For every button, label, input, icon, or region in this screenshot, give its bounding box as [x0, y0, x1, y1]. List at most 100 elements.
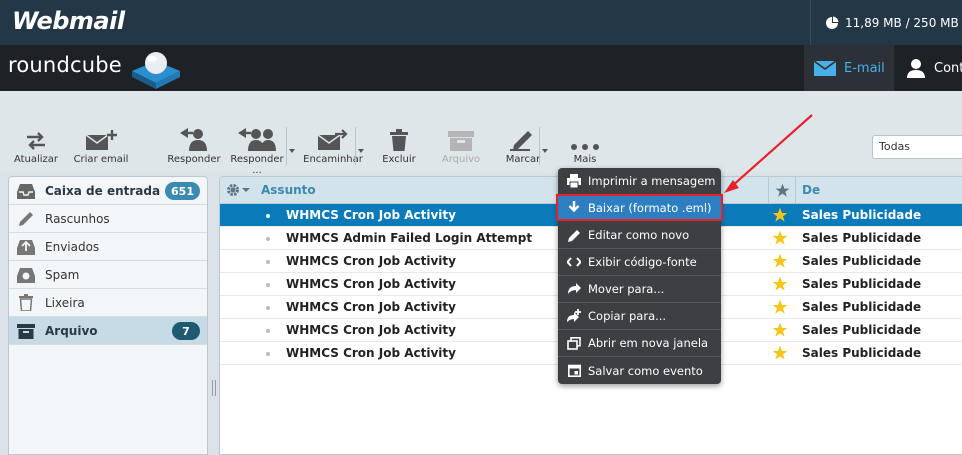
pie-chart-icon	[826, 16, 839, 29]
delete-button[interactable]: Excluir	[378, 127, 420, 165]
folder-drafts-label: Rascunhos	[45, 211, 110, 226]
refresh-icon	[27, 132, 45, 150]
star-icon[interactable]	[772, 253, 788, 272]
delete-label: Excluir	[382, 154, 416, 165]
folder-spam-label: Spam	[45, 267, 80, 282]
forward-dropdown[interactable]	[355, 127, 364, 165]
print-icon	[567, 174, 581, 188]
nav-email-label: E-mail	[844, 60, 885, 76]
menu-open-new-window[interactable]: Abrir em nova janela	[558, 330, 721, 357]
list-options-button[interactable]	[226, 183, 250, 197]
menu-print[interactable]: Imprimir a mensagem	[558, 168, 721, 195]
message-from: Sales Publicidade	[802, 323, 922, 337]
column-flag[interactable]	[768, 177, 796, 204]
person-icon	[907, 59, 925, 78]
archive-icon	[448, 131, 474, 151]
move-icon	[568, 283, 581, 294]
archive-button[interactable]: Arquivo	[438, 127, 484, 165]
unread-dot	[266, 260, 270, 264]
reply-label: Responder	[167, 154, 221, 165]
calendar-icon	[567, 364, 581, 377]
menu-move-label: Mover para...	[588, 282, 665, 296]
compose-label: Criar email	[73, 154, 129, 165]
folder-trash[interactable]: Lixeira	[9, 289, 207, 317]
new-window-icon	[567, 336, 581, 350]
reply-button[interactable]: Responder	[166, 127, 222, 165]
top-bar: Webmail 11,89 MB / 250 MB	[0, 0, 962, 45]
message-subject: WHMCS Cron Job Activity	[286, 300, 456, 314]
menu-source-label: Exibir código-fonte	[588, 255, 697, 269]
column-subject[interactable]: Assunto	[261, 183, 316, 197]
nav-contacts[interactable]: Cont	[896, 45, 962, 91]
folder-list: Caixa de entrada 651 Rascunhos Enviados …	[8, 176, 208, 455]
unread-dot	[266, 237, 270, 241]
message-from: Sales Publicidade	[802, 208, 922, 222]
message-subject: WHMCS Cron Job Activity	[286, 323, 456, 337]
message-from: Sales Publicidade	[802, 277, 922, 291]
edit-icon	[567, 229, 580, 242]
message-subject: WHMCS Cron Job Activity	[286, 254, 456, 268]
folder-archive[interactable]: Arquivo 7	[9, 317, 207, 345]
menu-edit-as-new[interactable]: Editar como novo	[558, 222, 721, 249]
folder-spam[interactable]: Spam	[9, 261, 207, 289]
star-icon[interactable]	[772, 345, 788, 364]
folder-trash-label: Lixeira	[45, 295, 85, 310]
reply-icon	[180, 128, 207, 151]
trash-icon	[390, 129, 408, 151]
envelope-icon	[814, 60, 836, 76]
star-icon[interactable]	[772, 276, 788, 295]
star-icon[interactable]	[772, 322, 788, 341]
filter-select[interactable]: Todas	[872, 135, 962, 159]
caret-down-icon	[242, 188, 250, 192]
folder-drafts[interactable]: Rascunhos	[9, 205, 207, 233]
more-dots-icon	[571, 144, 599, 150]
more-button[interactable]: Mais	[565, 127, 605, 165]
archive-label: Arquivo	[441, 154, 481, 165]
inbox-icon	[17, 183, 35, 199]
nav-email[interactable]: E-mail	[804, 45, 894, 91]
compose-icon	[85, 130, 117, 150]
menu-move-to[interactable]: Mover para...	[558, 276, 721, 303]
gear-icon	[227, 184, 239, 196]
unread-dot	[266, 306, 270, 310]
trash-icon	[19, 294, 33, 311]
menu-save-as-event[interactable]: Salvar como evento	[558, 357, 721, 384]
folder-sent[interactable]: Enviados	[9, 233, 207, 261]
menu-view-source[interactable]: Exibir código-fonte	[558, 249, 721, 276]
folder-inbox-label: Caixa de entrada	[45, 183, 161, 198]
message-subject: WHMCS Cron Job Activity	[286, 277, 456, 291]
message-from: Sales Publicidade	[802, 346, 922, 360]
reply-all-dropdown[interactable]	[286, 127, 295, 165]
menu-new-window-label: Abrir em nova janela	[588, 336, 709, 350]
folder-inbox[interactable]: Caixa de entrada 651	[9, 177, 207, 205]
sent-icon	[17, 239, 35, 255]
download-icon	[568, 201, 580, 213]
folder-archive-label: Arquivo	[45, 323, 98, 338]
unread-dot	[266, 214, 270, 218]
webmail-brand: Webmail	[12, 7, 125, 35]
menu-copy-to[interactable]: Copiar para...	[558, 303, 721, 330]
reply-all-label: Responder ...	[230, 154, 284, 176]
more-context-menu: Imprimir a mensagem Baixar (formato .eml…	[556, 168, 723, 384]
star-icon	[775, 183, 789, 197]
pen-icon	[510, 131, 532, 151]
compose-button[interactable]: Criar email	[71, 127, 131, 165]
star-icon[interactable]	[772, 207, 788, 226]
column-from[interactable]: De	[802, 183, 820, 197]
copy-icon	[567, 309, 581, 322]
quota-text: 11,89 MB / 250 MB	[845, 15, 959, 30]
pane-splitter[interactable]	[212, 380, 216, 396]
toolbar: Atualizar Criar email Responder Responde…	[0, 91, 962, 176]
star-icon[interactable]	[772, 230, 788, 249]
roundcube-logo-icon	[132, 52, 180, 89]
star-icon[interactable]	[772, 299, 788, 318]
menu-event-label: Salvar como evento	[588, 363, 703, 378]
refresh-button[interactable]: Atualizar	[12, 127, 60, 165]
mark-dropdown[interactable]	[539, 127, 548, 165]
inbox-unread-count: 651	[165, 182, 200, 200]
forward-icon	[317, 129, 348, 150]
reply-all-button[interactable]: Responder ...	[229, 127, 285, 176]
menu-download-eml[interactable]: Baixar (formato .eml)	[556, 194, 723, 221]
message-subject: WHMCS Cron Job Activity	[286, 208, 456, 222]
folder-sent-label: Enviados	[45, 239, 100, 254]
